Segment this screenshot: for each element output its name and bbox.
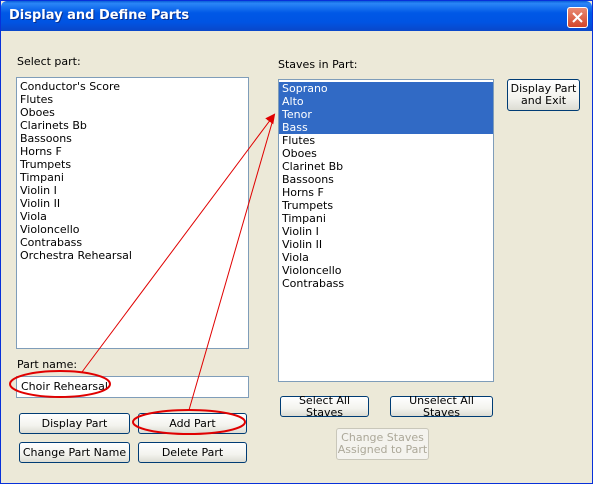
change-part-name-button[interactable]: Change Part Name [19,442,130,463]
staff-item[interactable]: Flutes [279,134,493,147]
select-part-item[interactable]: Oboes [17,106,248,119]
staff-item[interactable]: Trumpets [279,199,493,212]
select-part-list[interactable]: Conductor's Score Flutes Oboes Clarinets Bb… [16,77,249,349]
title-bar[interactable]: Display and Define Parts [1,1,592,31]
staff-item[interactable]: Horns F [279,186,493,199]
display-part-and-exit-button[interactable]: Display Part and Exit [507,79,580,111]
change-staves-button[interactable]: Change Staves Assigned to Part [336,428,429,460]
staff-item[interactable]: Alto [279,95,493,108]
staff-item[interactable]: Violin I [279,225,493,238]
select-part-item[interactable]: Viola [17,210,248,223]
select-part-item[interactable]: Conductor's Score [17,80,248,93]
display-part-button[interactable]: Display Part [19,413,130,434]
staff-item[interactable]: Timpani [279,212,493,225]
staff-item[interactable]: Bassoons [279,173,493,186]
select-part-item[interactable]: Horns F [17,145,248,158]
select-part-label: Select part: [17,55,81,68]
staff-item[interactable]: Viola [279,251,493,264]
staff-item[interactable]: Contrabass [279,277,493,290]
staff-item[interactable]: Oboes [279,147,493,160]
staff-item[interactable]: Tenor [279,108,493,121]
close-button[interactable] [567,7,588,28]
select-part-item[interactable]: Timpani [17,171,248,184]
select-part-item[interactable]: Trumpets [17,158,248,171]
select-part-item[interactable]: Orchestra Rehearsal [17,249,248,262]
staff-item[interactable]: Clarinet Bb [279,160,493,173]
select-part-item[interactable]: Clarinets Bb [17,119,248,132]
select-part-item[interactable]: Contrabass [17,236,248,249]
staff-item[interactable]: Soprano [279,82,493,95]
part-name-label: Part name: [17,358,78,371]
staff-item[interactable]: Bass [279,121,493,134]
staff-item[interactable]: Violoncello [279,264,493,277]
select-part-item[interactable]: Bassoons [17,132,248,145]
dialog-window: Display and Define Parts Select part: Co… [0,0,593,484]
select-part-item[interactable]: Violoncello [17,223,248,236]
staff-item[interactable]: Violin II [279,238,493,251]
add-part-button[interactable]: Add Part [138,413,247,434]
select-all-staves-button[interactable]: Select All Staves [280,394,369,418]
select-part-item[interactable]: Violin I [17,184,248,197]
staves-list[interactable]: Soprano Alto Tenor Bass Flutes Oboes Clarinet … [278,79,494,382]
delete-part-button[interactable]: Delete Part [138,442,247,463]
select-part-item[interactable]: Violin II [17,197,248,210]
close-icon [572,12,583,23]
part-name-input[interactable]: Choir Rehearsal [16,376,249,398]
window-title: Display and Define Parts [9,8,190,23]
staves-label: Staves in Part: [278,58,358,71]
unselect-all-staves-button[interactable]: Unselect All Staves [390,394,493,418]
select-part-item[interactable]: Flutes [17,93,248,106]
